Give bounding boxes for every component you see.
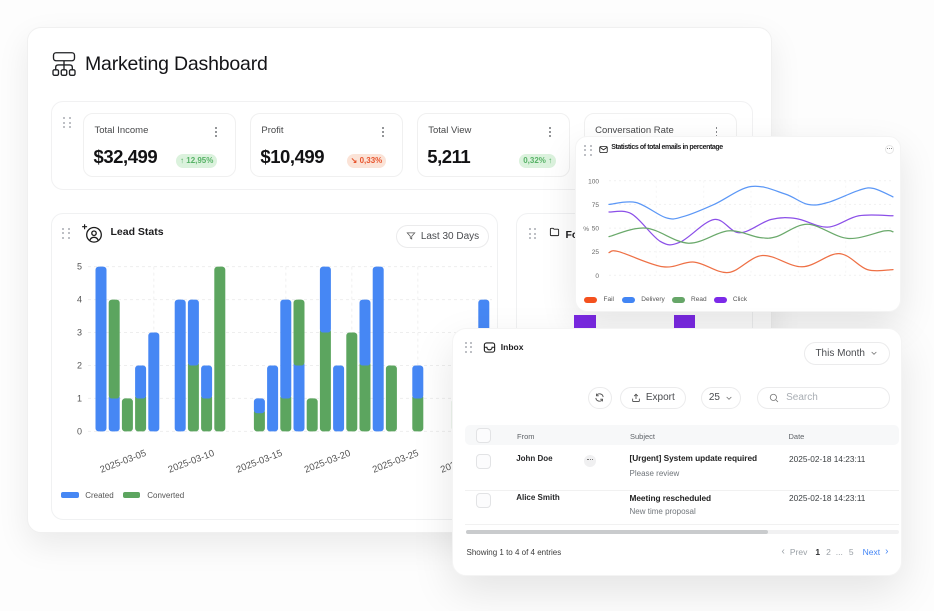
svg-text:4: 4 bbox=[77, 295, 82, 305]
svg-text:50: 50 bbox=[592, 225, 600, 232]
svg-text:0: 0 bbox=[595, 272, 599, 279]
svg-text:2025-03-25: 2025-03-25 bbox=[371, 448, 420, 476]
svg-text:100: 100 bbox=[588, 178, 599, 185]
svg-text:2025-03-10: 2025-03-10 bbox=[167, 448, 216, 476]
svg-text:2025-03-15: 2025-03-15 bbox=[235, 448, 284, 476]
svg-text:5: 5 bbox=[77, 262, 82, 272]
svg-text:0: 0 bbox=[77, 426, 82, 436]
svg-text:2025-03-05: 2025-03-05 bbox=[99, 448, 148, 476]
svg-text:1: 1 bbox=[77, 393, 82, 403]
svg-text:2: 2 bbox=[77, 361, 82, 371]
svg-text:75: 75 bbox=[592, 201, 600, 208]
svg-text:3: 3 bbox=[77, 328, 82, 338]
svg-text:%: % bbox=[583, 226, 589, 233]
svg-text:2025-03-20: 2025-03-20 bbox=[303, 448, 352, 476]
svg-text:25: 25 bbox=[592, 249, 600, 256]
